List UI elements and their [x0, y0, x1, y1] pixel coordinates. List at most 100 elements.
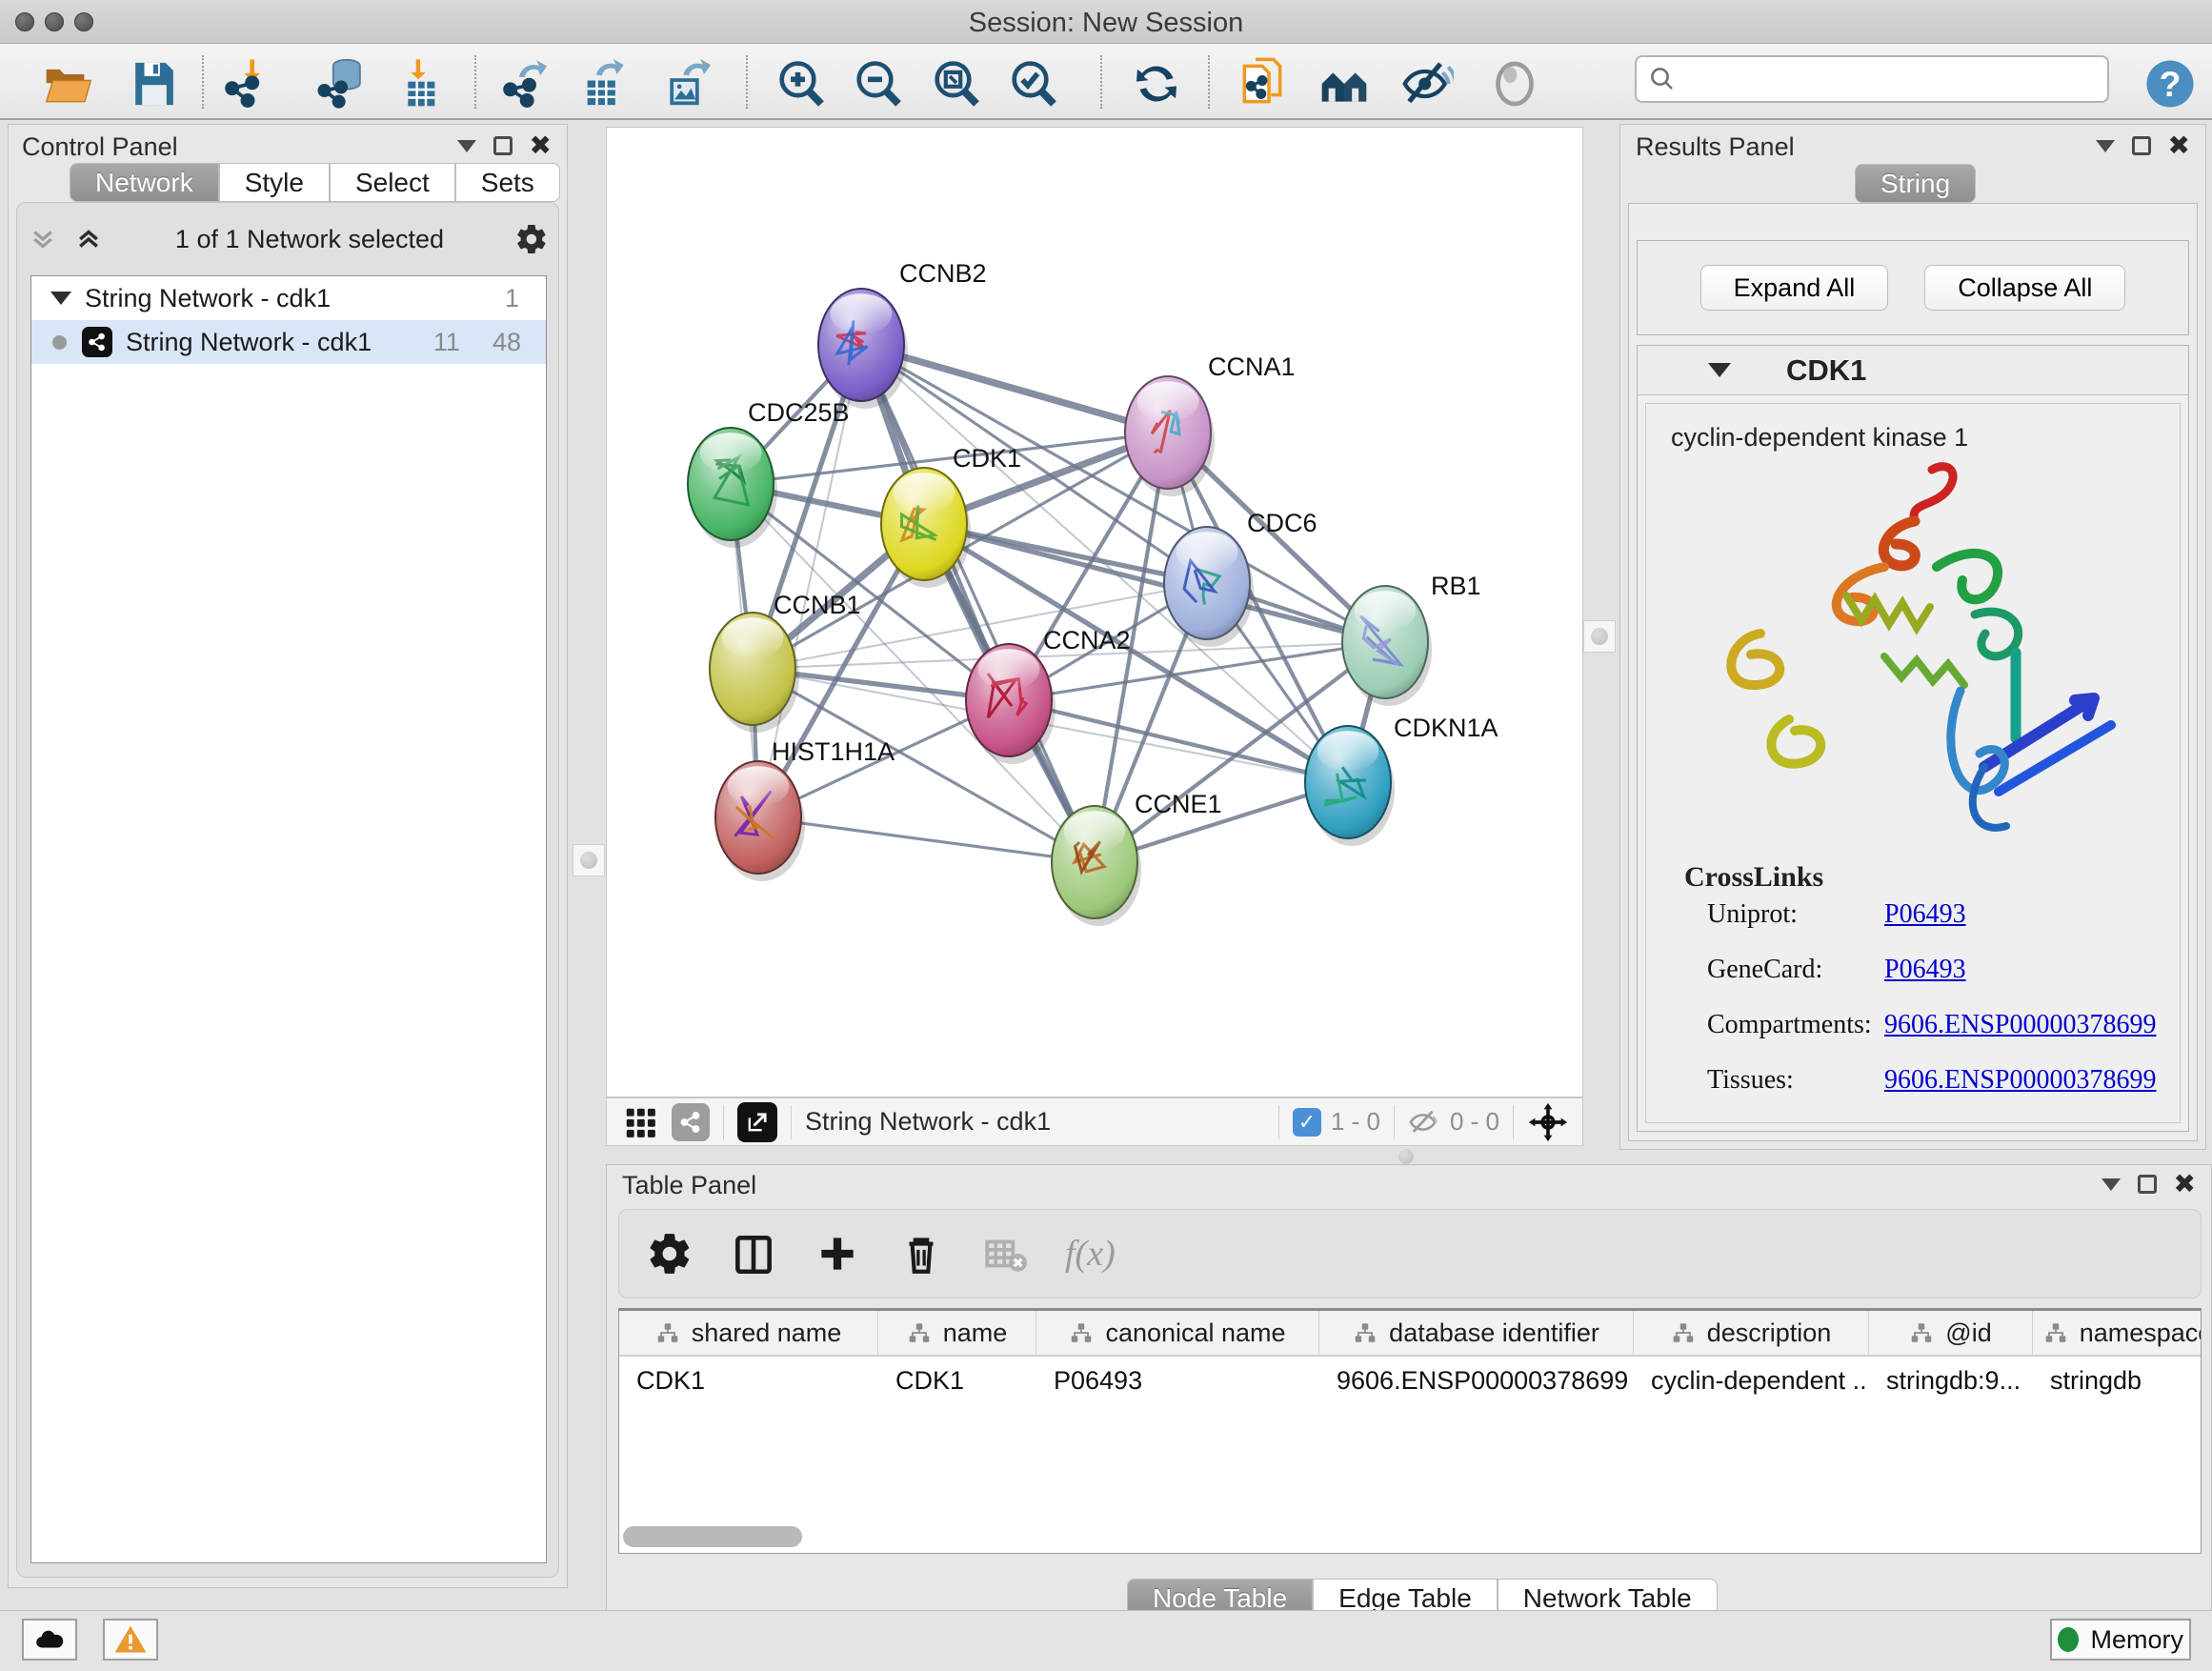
entry-expander-icon[interactable]	[1708, 363, 1731, 377]
float-panel-icon[interactable]	[2132, 136, 2151, 155]
network-collection-row[interactable]: String Network - cdk1 1	[31, 276, 546, 320]
close-panel-icon[interactable]: ✖	[2168, 136, 2190, 155]
network-graph[interactable]: CCNB2CCNA1CDC25BCDK1CDC6RB1CCNB1CCNA2CDK…	[607, 128, 1582, 1097]
crosslink-link[interactable]: P06493	[1884, 899, 1966, 930]
delete-column-icon[interactable]	[897, 1230, 945, 1278]
table-body: CDK1CDK1P064939606.ENSP00000378699cyclin…	[619, 1357, 2201, 1404]
open-session-button[interactable]	[42, 57, 95, 111]
table-cell[interactable]: 9606.ENSP00000378699	[1319, 1357, 1634, 1404]
column-header-namespace[interactable]: namespace	[2033, 1311, 2202, 1355]
node-CDKN1A[interactable]: CDKN1A	[1305, 714, 1498, 846]
zoom-in-button[interactable]	[774, 57, 828, 111]
export-image-button[interactable]	[661, 57, 714, 111]
collection-expander-icon[interactable]	[50, 292, 71, 305]
network-options-gear-icon[interactable]	[514, 222, 549, 256]
table-options-gear-icon[interactable]	[646, 1230, 694, 1278]
window-title: Session: New Session	[0, 8, 2212, 39]
expand-all-button[interactable]: Expand All	[1700, 265, 1889, 311]
expand-all-networks-icon[interactable]	[72, 225, 105, 253]
first-neighbors-button[interactable]	[1317, 57, 1371, 111]
crosslink-label: Tissues:	[1707, 1065, 1884, 1096]
node-RB1[interactable]: RB1	[1342, 572, 1481, 706]
tab-string[interactable]: String	[1855, 164, 1976, 203]
tab-select[interactable]: Select	[330, 163, 455, 202]
zoom-fit-button[interactable]	[930, 57, 983, 111]
warnings-button[interactable]	[103, 1619, 158, 1661]
network-canvas[interactable]: CCNB2CCNA1CDC25BCDK1CDC6RB1CCNB1CCNA2CDK…	[606, 127, 1583, 1097]
crosslink-row: GeneCard:P06493	[1707, 955, 2180, 985]
export-table-button[interactable]	[576, 57, 630, 111]
column-header-sharedname[interactable]: shared name	[619, 1311, 878, 1355]
save-session-button[interactable]	[128, 57, 181, 111]
node-CCNB2[interactable]: CCNB2	[818, 259, 987, 409]
selected-elements-checkbox[interactable]: ✓	[1293, 1108, 1321, 1137]
zoom-selected-button[interactable]	[1007, 57, 1060, 111]
network-row[interactable]: String Network - cdk1 11 48	[31, 320, 546, 364]
tab-sets[interactable]: Sets	[455, 163, 560, 202]
table-cell[interactable]: stringdb	[2033, 1357, 2202, 1404]
horizontal-scrollbar[interactable]	[623, 1526, 802, 1547]
node-result-header[interactable]: CDK1	[1638, 346, 2188, 395]
crosslink-link[interactable]: 9606.ENSP00000378699	[1884, 1010, 2156, 1040]
column-header-canonicalname[interactable]: canonical name	[1036, 1311, 1319, 1355]
collapse-all-button[interactable]: Collapse All	[1924, 265, 2125, 311]
show-columns-icon[interactable]	[730, 1230, 777, 1278]
table-cell[interactable]: stringdb:9...	[1869, 1357, 2033, 1404]
node-HIST1H1A[interactable]: HIST1H1A	[715, 737, 895, 881]
clone-network-button[interactable]	[1236, 57, 1289, 111]
hidden-elements-eye-icon[interactable]	[1408, 1106, 1440, 1138]
node-CCNE1[interactable]: CCNE1	[1052, 790, 1222, 926]
zoom-out-button[interactable]	[852, 57, 905, 111]
edge-HIST1H1A-CCNE1[interactable]	[758, 817, 1095, 862]
float-panel-icon[interactable]	[2138, 1175, 2157, 1194]
pan-crosshair-icon[interactable]	[1527, 1101, 1569, 1143]
search-input[interactable]	[1686, 64, 2096, 95]
import-network-file-button[interactable]	[221, 57, 274, 111]
crosslink-link[interactable]: P06493	[1884, 1120, 1966, 1123]
cloud-status-button[interactable]	[22, 1619, 77, 1661]
column-header-description[interactable]: description	[1634, 1311, 1869, 1355]
close-panel-icon[interactable]: ✖	[2174, 1175, 2196, 1194]
refresh-button[interactable]	[1130, 57, 1183, 111]
column-header-label: @id	[1945, 1319, 1991, 1348]
column-header-databaseidentifier[interactable]: database identifier	[1319, 1311, 1634, 1355]
right-splitter-handle[interactable]	[1583, 620, 1616, 653]
left-splitter-handle[interactable]	[573, 844, 605, 876]
node-CCNA2[interactable]: CCNA2	[966, 626, 1131, 764]
hide-selected-button[interactable]	[1400, 57, 1454, 111]
birds-eye-view-icon[interactable]	[737, 1102, 777, 1142]
float-panel-icon[interactable]	[493, 136, 513, 155]
delete-table-icon[interactable]	[981, 1230, 1029, 1278]
bottom-splitter-handle[interactable]	[1389, 1148, 1423, 1165]
column-header-id[interactable]: @id	[1869, 1311, 2033, 1355]
collection-name: String Network - cdk1	[85, 284, 331, 313]
close-panel-icon[interactable]: ✖	[530, 136, 552, 155]
column-header-name[interactable]: name	[878, 1311, 1036, 1355]
edge-CCNB2-CCNE1[interactable]	[861, 345, 1095, 862]
table-cell[interactable]: cyclin-dependent ...	[1634, 1357, 1869, 1404]
tab-network[interactable]: Network	[70, 163, 219, 202]
table-row[interactable]: CDK1CDK1P064939606.ENSP00000378699cyclin…	[619, 1357, 2201, 1404]
network-badge-icon[interactable]	[672, 1103, 710, 1141]
node-CCNB1[interactable]: CCNB1	[710, 591, 861, 733]
memory-button[interactable]: Memory	[2050, 1619, 2191, 1661]
crosslink-link[interactable]: 9606.ENSP00000378699	[1884, 1065, 2156, 1096]
collapse-panel-icon[interactable]	[2101, 1178, 2121, 1191]
import-table-button[interactable]	[392, 57, 446, 111]
add-column-icon[interactable]	[814, 1230, 861, 1278]
table-cell[interactable]: CDK1	[619, 1357, 878, 1404]
collapse-panel-icon[interactable]	[2096, 140, 2115, 152]
table-cell[interactable]: P06493	[1036, 1357, 1319, 1404]
collapse-all-networks-icon[interactable]	[27, 225, 59, 253]
function-builder-icon[interactable]: f(x)	[1065, 1233, 1116, 1275]
network-edge-count: 48	[493, 328, 521, 357]
table-cell[interactable]: CDK1	[878, 1357, 1036, 1404]
tab-style[interactable]: Style	[219, 163, 330, 202]
import-network-database-button[interactable]	[314, 57, 368, 111]
collapse-panel-icon[interactable]	[457, 140, 476, 152]
grid-view-icon[interactable]	[622, 1104, 658, 1140]
crosslink-link[interactable]: P06493	[1884, 955, 1966, 985]
export-network-button[interactable]	[499, 57, 553, 111]
show-graphics-details-button[interactable]	[1488, 57, 1541, 111]
help-button[interactable]: ?	[2143, 57, 2197, 111]
